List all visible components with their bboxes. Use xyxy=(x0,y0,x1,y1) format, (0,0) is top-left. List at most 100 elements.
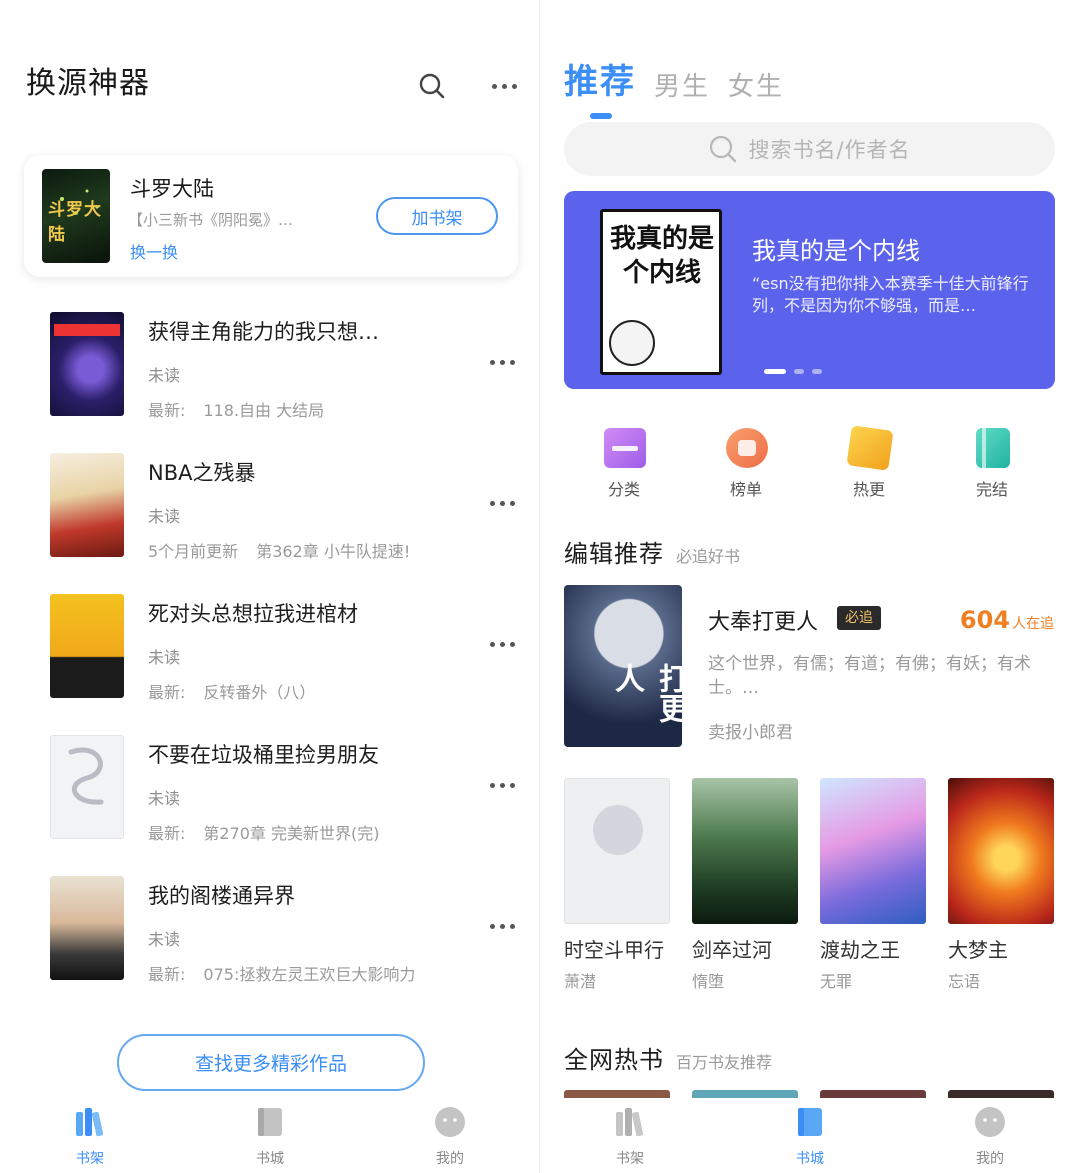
tab-label: 我的 xyxy=(976,1151,1004,1167)
tab-label: 我的 xyxy=(436,1151,464,1167)
tab-female[interactable]: 女生 xyxy=(728,66,784,103)
banner-title: 我真的是个内线 xyxy=(752,237,920,265)
section-hot-books: 全网热书 百万书友推荐 xyxy=(564,1040,772,1075)
meme-face-icon xyxy=(609,320,655,366)
tab-bookstore[interactable]: 书城 xyxy=(210,1098,330,1173)
read-status: 未读 xyxy=(148,930,181,949)
book-cover xyxy=(50,735,124,839)
tab-label: 书架 xyxy=(616,1151,644,1167)
book-more-button[interactable] xyxy=(490,924,515,929)
carousel-indicator xyxy=(764,369,822,374)
search-placeholder: 搜索书名/作者名 xyxy=(748,138,911,162)
more-icon xyxy=(490,642,515,647)
tab-bookstore[interactable]: 书城 xyxy=(750,1098,870,1173)
bookshelf-icon xyxy=(76,1108,104,1137)
bookshelf-screen: 换源神器 斗罗大陆 斗罗大陆 【小三新书《阴阳冕》… 换一换 加书架 获得主角能… xyxy=(0,0,540,1173)
read-status: 未读 xyxy=(148,648,181,667)
switch-button[interactable]: 换一换 xyxy=(130,239,178,263)
read-status: 未读 xyxy=(148,789,181,808)
book-cover xyxy=(948,778,1054,924)
book-author: 忘语 xyxy=(948,972,981,991)
book-description: 【小三新书《阴阳冕》… xyxy=(128,211,294,229)
book-list-item[interactable]: 死对头总想拉我进棺材 未读 最新: 反转番外（八） xyxy=(0,594,540,704)
section-subtitle: 必追好书 xyxy=(676,547,741,566)
search-icon xyxy=(419,73,445,99)
tab-bookshelf[interactable]: 书架 xyxy=(30,1098,150,1173)
latest-text: 反转番外（八） xyxy=(203,683,316,702)
featured-book-description: 这个世界，有儒；有道；有佛；有妖；有术士。… xyxy=(708,654,1031,698)
book-title: 死对头总想拉我进棺材 xyxy=(148,602,358,626)
book-more-button[interactable] xyxy=(490,642,515,647)
search-input[interactable]: 搜索书名/作者名 xyxy=(564,122,1055,176)
bottom-tabbar: 书架 书城 我的 xyxy=(0,1098,540,1173)
tab-profile[interactable]: 我的 xyxy=(930,1098,1050,1173)
source-suggestion-card[interactable]: 斗罗大陆 斗罗大陆 【小三新书《阴阳冕》… 换一换 加书架 xyxy=(24,155,518,277)
cover-title: 斗罗大陆 xyxy=(48,200,102,245)
bookstore-icon xyxy=(258,1108,282,1136)
category-tabs: 推荐 男生 女生 xyxy=(564,54,784,119)
latest-text: 075:拯救左灵王欢巨大影响力 xyxy=(203,965,416,984)
book-list-item[interactable]: 获得主角能力的我只想… 未读 最新: 118.自由 大结局 xyxy=(0,312,540,422)
bookstore-screen: 推荐 男生 女生 搜索书名/作者名 我真的是个内线 我真的是个内线 “esn没有… xyxy=(540,0,1080,1173)
latest-chapter: 最新: 反转番外（八） xyxy=(148,679,315,703)
latest-chapter: 5个月前更新 第362章 小牛队提速! xyxy=(148,538,410,562)
featured-book-cover[interactable]: 打更人 xyxy=(564,585,682,747)
more-icon xyxy=(490,924,515,929)
book-cover: 斗罗大陆 xyxy=(42,169,110,263)
book-cover xyxy=(50,453,124,557)
book-list-item[interactable]: 我的阁楼通异界 未读 最新: 075:拯救左灵王欢巨大影响力 xyxy=(0,876,540,986)
read-status: 未读 xyxy=(148,366,181,385)
book-author: 萧潜 xyxy=(564,972,597,991)
book-cover xyxy=(692,778,798,924)
latest-text: 第270章 完美新世界(完) xyxy=(203,824,380,843)
quick-label: 分类 xyxy=(607,480,640,499)
tab-label: 书架 xyxy=(76,1151,104,1167)
tab-profile[interactable]: 我的 xyxy=(390,1098,510,1173)
ranking-icon xyxy=(726,428,768,468)
book-title: 斗罗大陆 xyxy=(130,177,214,201)
tab-recommend[interactable]: 推荐 xyxy=(564,54,636,119)
tab-bookshelf[interactable]: 书架 xyxy=(570,1098,690,1173)
find-more-button[interactable]: 查找更多精彩作品 xyxy=(117,1034,425,1091)
latest-chapter: 最新: 075:拯救左灵王欢巨大影响力 xyxy=(148,961,415,985)
search-button[interactable] xyxy=(412,66,452,106)
latest-label: 最新: xyxy=(148,824,186,843)
tab-male[interactable]: 男生 xyxy=(654,66,710,103)
read-status: 未读 xyxy=(148,507,181,526)
section-title: 编辑推荐 xyxy=(564,540,664,568)
banner-carousel[interactable]: 我真的是个内线 我真的是个内线 “esn没有把你排入本赛季十佳大前锋行列，不是因… xyxy=(564,191,1055,389)
book-list-item[interactable]: NBA之残暴 未读 5个月前更新 第362章 小牛队提速! xyxy=(0,453,540,563)
hot-update-icon xyxy=(846,425,894,471)
book-more-button[interactable] xyxy=(490,501,515,506)
book-cover xyxy=(50,876,124,980)
latest-chapter: 最新: 第270章 完美新世界(完) xyxy=(148,820,380,844)
profile-icon xyxy=(435,1107,465,1137)
latest-label: 最新: xyxy=(148,401,186,420)
tab-label: 书城 xyxy=(796,1151,824,1167)
bottom-tabbar: 书架 书城 我的 xyxy=(540,1098,1080,1173)
featured-book-title[interactable]: 大奉打更人 xyxy=(708,604,818,636)
search-icon xyxy=(710,135,737,163)
book-list-item[interactable]: 不要在垃圾桶里捡男朋友 未读 最新: 第270章 完美新世界(完) xyxy=(0,735,540,845)
book-title: 我的阁楼通异界 xyxy=(148,884,295,908)
book-more-button[interactable] xyxy=(490,360,515,365)
cover-title: 我真的是个内线 xyxy=(609,224,714,288)
section-title: 全网热书 xyxy=(564,1046,664,1074)
book-title: NBA之残暴 xyxy=(148,461,256,485)
quick-label: 热更 xyxy=(852,480,885,499)
category-icon xyxy=(604,428,646,468)
book-author: 无罪 xyxy=(820,972,853,991)
reader-count-number: 604 xyxy=(959,606,1010,634)
tab-label: 书城 xyxy=(256,1151,284,1167)
latest-label: 5个月前更新 xyxy=(148,542,239,561)
more-button[interactable] xyxy=(484,66,524,106)
book-title: 剑卒过河 xyxy=(692,938,772,962)
book-more-button[interactable] xyxy=(490,783,515,788)
latest-label: 最新: xyxy=(148,965,186,984)
book-title: 大梦主 xyxy=(948,938,1008,962)
add-to-shelf-button[interactable]: 加书架 xyxy=(376,197,498,235)
book-cover xyxy=(50,312,124,416)
page-title: 换源神器 xyxy=(26,66,150,101)
cover-title: 打更人 xyxy=(609,663,682,723)
bookshelf-icon xyxy=(616,1108,644,1137)
